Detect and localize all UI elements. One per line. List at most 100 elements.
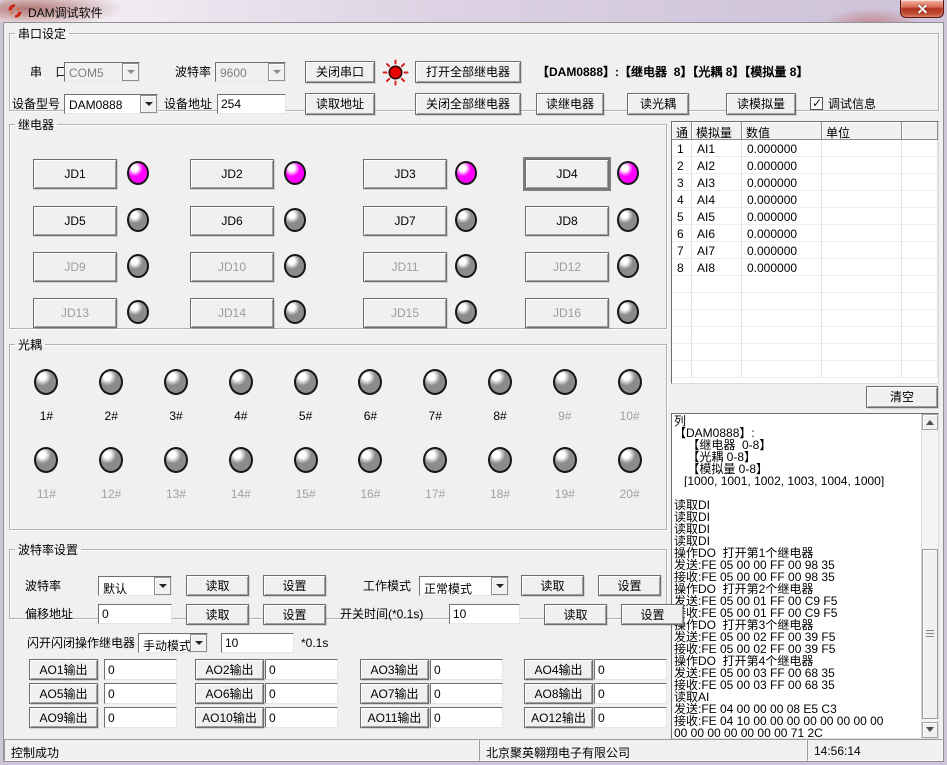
ao-output-button-7[interactable]: AO7输出: [360, 683, 429, 704]
ao-value-input-7[interactable]: [430, 683, 503, 704]
table-cell: [742, 293, 822, 310]
baud-select[interactable]: 9600: [215, 62, 286, 82]
ao-value-input-11[interactable]: [430, 707, 503, 728]
table-row[interactable]: 2AI20.000000: [672, 157, 938, 174]
model-select[interactable]: DAM0888: [64, 94, 158, 114]
relay-button-jd4[interactable]: JD4: [525, 159, 609, 189]
baud-setting-select[interactable]: 默认: [98, 576, 172, 596]
ao-value-input-3[interactable]: [430, 659, 503, 680]
table-row[interactable]: 6AI60.000000: [672, 225, 938, 242]
switch-time-set-button[interactable]: 设置: [621, 604, 684, 625]
table-row[interactable]: 8AI80.000000: [672, 259, 938, 276]
table-row[interactable]: 1AI10.000000: [672, 140, 938, 157]
relay-button-jd7[interactable]: JD7: [363, 206, 447, 236]
baud-read-button[interactable]: 读取: [186, 575, 249, 596]
table-row[interactable]: 5AI50.000000: [672, 208, 938, 225]
relay-button-jd11[interactable]: JD11: [363, 252, 447, 282]
read-relays-button[interactable]: 读继电器: [536, 93, 604, 115]
relay-button-jd10[interactable]: JD10: [190, 252, 274, 282]
work-mode-read-button[interactable]: 读取: [521, 575, 584, 596]
ao-value-input-2[interactable]: [265, 659, 338, 680]
debug-info-checkbox[interactable]: [810, 97, 823, 110]
scroll-up-icon[interactable]: [922, 414, 938, 430]
clear-log-button[interactable]: 清空: [866, 386, 938, 408]
switch-time-input[interactable]: [449, 604, 520, 624]
work-mode-set-button[interactable]: 设置: [598, 575, 661, 596]
ao-output-button-6[interactable]: AO6输出: [195, 683, 264, 704]
ao-value-input-5[interactable]: [104, 683, 177, 704]
log-scrollbar[interactable]: [921, 414, 938, 738]
table-row[interactable]: [672, 293, 938, 310]
ao-output-button-8[interactable]: AO8输出: [524, 683, 593, 704]
read-opto-button[interactable]: 读光耦: [627, 93, 689, 115]
close-button[interactable]: [900, 0, 944, 18]
switch-time-read-button[interactable]: 读取: [544, 604, 607, 625]
ao-output-button-4[interactable]: AO4输出: [524, 659, 593, 680]
offset-read-button[interactable]: 读取: [186, 604, 249, 625]
relay-button-jd16[interactable]: JD16: [525, 298, 609, 328]
relay-button-jd9[interactable]: JD9: [33, 252, 117, 282]
read-address-button[interactable]: 读取地址: [305, 93, 375, 115]
relay-button-jd14[interactable]: JD14: [190, 298, 274, 328]
client-area: 串口设定 串 口 COM5 波特率 9600 关闭串口: [3, 22, 944, 762]
analog-table[interactable]: 通模拟量数值单位 1AI10.0000002AI20.0000003AI30.0…: [671, 121, 939, 384]
chevron-down-icon[interactable]: [154, 577, 171, 595]
ao-value-input-10[interactable]: [265, 707, 338, 728]
ao-value-input-12[interactable]: [594, 707, 667, 728]
chevron-down-icon[interactable]: [140, 95, 157, 113]
ao-value-input-9[interactable]: [104, 707, 177, 728]
chevron-down-icon[interactable]: [122, 63, 139, 81]
relay-button-jd12[interactable]: JD12: [525, 252, 609, 282]
ao-value-input-8[interactable]: [594, 683, 667, 704]
close-port-button[interactable]: 关闭串口: [305, 61, 375, 83]
table-cell: [902, 140, 938, 157]
offset-set-button[interactable]: 设置: [263, 604, 326, 625]
scrollbar-thumb[interactable]: [922, 549, 938, 719]
table-header-cell: 单位: [822, 122, 902, 140]
table-row[interactable]: 4AI40.000000: [672, 191, 938, 208]
scroll-down-icon[interactable]: [922, 722, 938, 738]
table-row[interactable]: [672, 344, 938, 361]
open-all-relays-button[interactable]: 打开全部继电器: [415, 61, 521, 83]
chevron-down-icon[interactable]: [491, 577, 508, 595]
log-panel[interactable]: 列【DAM0888】: 【继电器 0-8】 【光耦 0-8】 【模拟量 0-8】…: [671, 413, 939, 739]
ao-output-button-10[interactable]: AO10输出: [195, 707, 264, 728]
relay-button-jd2[interactable]: JD2: [190, 159, 274, 189]
table-cell: [672, 293, 692, 310]
table-row[interactable]: 3AI30.000000: [672, 174, 938, 191]
ao-value-input-4[interactable]: [594, 659, 667, 680]
ao-output-button-5[interactable]: AO5输出: [29, 683, 98, 704]
ao-value-input-6[interactable]: [265, 683, 338, 704]
offset-address-input[interactable]: [98, 604, 172, 624]
port-select[interactable]: COM5: [64, 62, 140, 82]
ao-output-button-2[interactable]: AO2输出: [195, 659, 264, 680]
ao-output-button-1[interactable]: AO1输出: [29, 659, 98, 680]
relay-button-jd3[interactable]: JD3: [363, 159, 447, 189]
table-row[interactable]: [672, 361, 938, 378]
device-info-text: 【DAM0888】:【继电器 8】【光耦 8】【模拟量 8】: [537, 62, 808, 82]
table-cell: [822, 242, 902, 259]
window-title: DAM调试软件: [28, 4, 103, 21]
table-row[interactable]: [672, 310, 938, 327]
work-mode-select[interactable]: 正常模式: [419, 576, 509, 596]
relay-button-jd13[interactable]: JD13: [33, 298, 117, 328]
table-row[interactable]: [672, 327, 938, 344]
close-all-relays-button[interactable]: 关闭全部继电器: [415, 93, 521, 115]
table-row[interactable]: 7AI70.000000: [672, 242, 938, 259]
ao-output-button-3[interactable]: AO3输出: [360, 659, 429, 680]
relay-button-jd1[interactable]: JD1: [33, 159, 117, 189]
ao-output-button-12[interactable]: AO12输出: [524, 707, 593, 728]
ao-output-button-11[interactable]: AO11输出: [360, 707, 429, 728]
titlebar[interactable]: DAM调试软件: [0, 0, 947, 22]
table-row[interactable]: [672, 276, 938, 293]
relay-button-jd5[interactable]: JD5: [33, 206, 117, 236]
relay-button-jd8[interactable]: JD8: [525, 206, 609, 236]
device-address-input[interactable]: [217, 94, 286, 114]
relay-button-jd6[interactable]: JD6: [190, 206, 274, 236]
chevron-down-icon[interactable]: [268, 63, 285, 81]
read-analog-button[interactable]: 读模拟量: [726, 93, 796, 115]
relay-button-jd15[interactable]: JD15: [363, 298, 447, 328]
ao-value-input-1[interactable]: [104, 659, 177, 680]
baud-set-button[interactable]: 设置: [263, 575, 326, 596]
ao-output-button-9[interactable]: AO9输出: [29, 707, 98, 728]
